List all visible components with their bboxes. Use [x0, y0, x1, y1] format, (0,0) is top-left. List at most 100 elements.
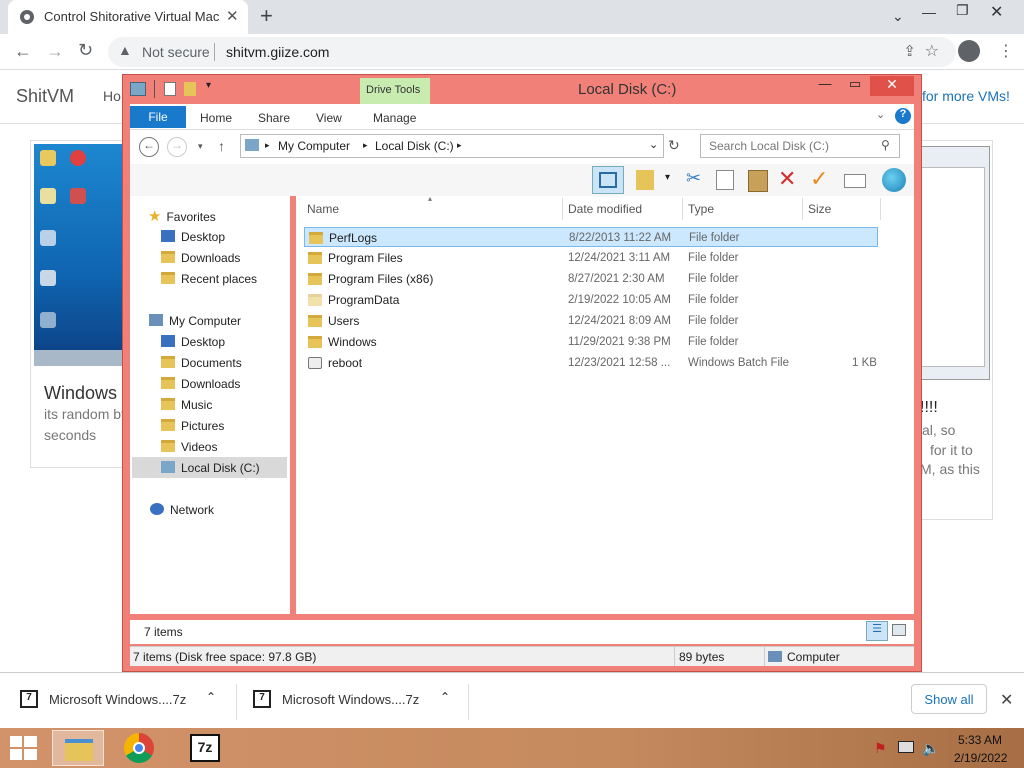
taskbar-chrome[interactable]	[114, 730, 166, 766]
forward-icon[interactable]: →	[46, 41, 64, 62]
drive-icon[interactable]	[130, 82, 146, 96]
paste-icon[interactable]	[748, 170, 768, 192]
close-icon[interactable]: ✕	[1000, 690, 1013, 710]
action-center-flag-icon[interactable]: ⚑	[874, 740, 887, 757]
column-date-modified[interactable]: Date modified	[568, 202, 642, 216]
help-icon[interactable]: ?	[895, 108, 911, 124]
nav-desktop[interactable]: Desktop	[161, 335, 225, 349]
nav-downloads[interactable]: Downloads	[161, 377, 240, 391]
clock-time[interactable]: 5:33 AM	[958, 733, 1002, 747]
maximize-icon[interactable]: ▭	[840, 76, 870, 94]
up-icon[interactable]: ↑	[218, 138, 225, 154]
site-brand[interactable]: ShitVM	[16, 86, 74, 107]
nav-favorites[interactable]: ★ Favorites	[148, 207, 216, 225]
address-breadcrumb[interactable]: ▸ My Computer ▸ Local Disk (C:) ▸ ⌄	[240, 134, 664, 158]
file-row-reboot[interactable]: reboot 12/23/2021 12:58 ... Windows Batch …	[304, 353, 878, 373]
nav-pictures[interactable]: Pictures	[161, 419, 224, 433]
chevron-up-icon[interactable]: ⌃	[440, 690, 450, 704]
customize-qat-icon[interactable]: ▾	[206, 80, 211, 91]
close-window-icon[interactable]: ✕	[990, 2, 1003, 22]
back-icon[interactable]: ←	[14, 41, 32, 62]
large-icons-view-icon[interactable]	[892, 624, 906, 636]
properties-icon[interactable]	[164, 82, 176, 96]
search-icon[interactable]: ⚲	[881, 138, 890, 152]
file-row-programdata[interactable]: ProgramData 2/19/2022 10:05 AM File folder	[304, 290, 878, 310]
file-row-program-files-x86[interactable]: Program Files (x86) 8/27/2021 2:30 AM File…	[304, 269, 878, 289]
file-row-windows[interactable]: Windows 11/29/2021 9:38 PM File folder	[304, 332, 878, 352]
column-name[interactable]: Name	[307, 202, 339, 216]
download-item-2[interactable]: Microsoft Windows....7z	[282, 692, 419, 707]
new-tab-button[interactable]: +	[260, 3, 273, 29]
properties-check-icon[interactable]: ✓	[810, 166, 828, 192]
site-nav-home[interactable]: Ho	[103, 88, 121, 104]
chevron-right-icon[interactable]: ▸	[457, 140, 462, 151]
nav-music[interactable]: Music	[161, 398, 212, 412]
nav-local-disk[interactable]: Local Disk (C:)	[161, 461, 260, 475]
back-icon[interactable]: ←	[139, 137, 159, 157]
network-tray-icon[interactable]	[898, 741, 914, 753]
nav-fav-desktop[interactable]: Desktop	[161, 230, 225, 244]
taskbar-explorer[interactable]	[52, 730, 104, 766]
internet-icon[interactable]	[882, 168, 906, 192]
breadcrumb-my-computer[interactable]: My Computer	[278, 139, 350, 153]
search-input[interactable]: Search Local Disk (C:) ⚲	[700, 134, 900, 158]
column-size[interactable]: Size	[808, 202, 831, 216]
tab-home[interactable]: Home	[200, 111, 232, 125]
taskbar-7zip[interactable]: 7z	[178, 730, 230, 766]
tab-search-icon[interactable]: ⌄	[892, 8, 904, 25]
new-folder-icon[interactable]	[184, 82, 196, 96]
column-type[interactable]: Type	[688, 202, 714, 216]
browser-tab[interactable]: Control Shitorative Virtual Machi ✕	[8, 0, 248, 34]
folder-icon	[308, 252, 322, 264]
share-icon[interactable]: ⇪	[903, 42, 916, 60]
chevron-right-icon[interactable]: ▸	[363, 140, 368, 151]
download-item-1[interactable]: Microsoft Windows....7z	[49, 692, 186, 707]
rename-icon[interactable]	[844, 174, 866, 188]
file-row-users[interactable]: Users 12/24/2021 8:09 AM File folder	[304, 311, 878, 331]
organize-icon[interactable]	[636, 170, 654, 190]
chevron-down-icon[interactable]: ▾	[665, 172, 670, 183]
close-tab-icon[interactable]: ✕	[226, 7, 239, 25]
delete-icon[interactable]: ✕	[778, 166, 796, 192]
kebab-menu-icon[interactable]: ⋮	[998, 41, 1014, 61]
cut-icon[interactable]: ✂	[686, 168, 701, 189]
restore-icon[interactable]: ❐	[956, 2, 969, 19]
vm-card-title: Windows	[44, 383, 118, 403]
minimize-icon[interactable]: —	[922, 4, 936, 20]
bookmark-star-icon[interactable]: ☆	[925, 41, 939, 61]
chevron-up-icon[interactable]: ⌃	[206, 690, 216, 704]
tab-share[interactable]: Share	[258, 111, 290, 125]
file-row-perflogs[interactable]: PerfLogs 8/22/2013 11:22 AM File folder	[304, 227, 878, 247]
volume-muted-icon[interactable]: 🔈	[922, 740, 939, 757]
clock-date[interactable]: 2/19/2022	[954, 751, 1007, 765]
refresh-icon[interactable]: ↻	[668, 137, 680, 154]
file-row-program-files[interactable]: Program Files 12/24/2021 3:11 AM File fold…	[304, 248, 878, 268]
tab-manage[interactable]: Manage	[373, 111, 416, 125]
tab-view[interactable]: View	[316, 111, 342, 125]
nav-fav-downloads[interactable]: Downloads	[161, 251, 240, 265]
copy-icon[interactable]	[716, 170, 734, 190]
url-text[interactable]: shitvm.giize.com	[226, 44, 329, 60]
reload-icon[interactable]: ↻	[78, 40, 93, 61]
nav-recent-places[interactable]: Recent places	[161, 272, 257, 286]
preview-pane-icon[interactable]	[592, 166, 624, 194]
nav-videos[interactable]: Videos	[161, 440, 217, 454]
chevron-down-icon[interactable]: ⌄	[649, 138, 658, 151]
show-all-button[interactable]: Show all	[911, 684, 987, 714]
tab-file[interactable]: File	[130, 106, 186, 128]
start-button[interactable]	[10, 736, 38, 760]
details-view-icon[interactable]: ☰	[866, 621, 888, 641]
address-bar[interactable]: ▲ Not secure shitvm.giize.com ⇪ ☆	[108, 37, 956, 67]
nav-my-computer[interactable]: My Computer	[149, 314, 241, 328]
nav-network[interactable]: Network	[150, 503, 214, 517]
close-window-button[interactable]: ✕	[870, 76, 914, 96]
minimize-icon[interactable]: —	[810, 76, 840, 94]
chevron-right-icon[interactable]: ▸	[265, 140, 270, 151]
forward-icon[interactable]: →	[167, 137, 187, 157]
recent-locations-icon[interactable]: ▾	[198, 141, 203, 152]
expand-ribbon-icon[interactable]: ⌄	[876, 108, 885, 121]
profile-avatar[interactable]	[958, 40, 980, 62]
nav-documents[interactable]: Documents	[161, 356, 242, 370]
breadcrumb-local-disk[interactable]: Local Disk (C:)	[375, 139, 454, 153]
more-vms-link[interactable]: for more VMs!	[922, 88, 1010, 104]
